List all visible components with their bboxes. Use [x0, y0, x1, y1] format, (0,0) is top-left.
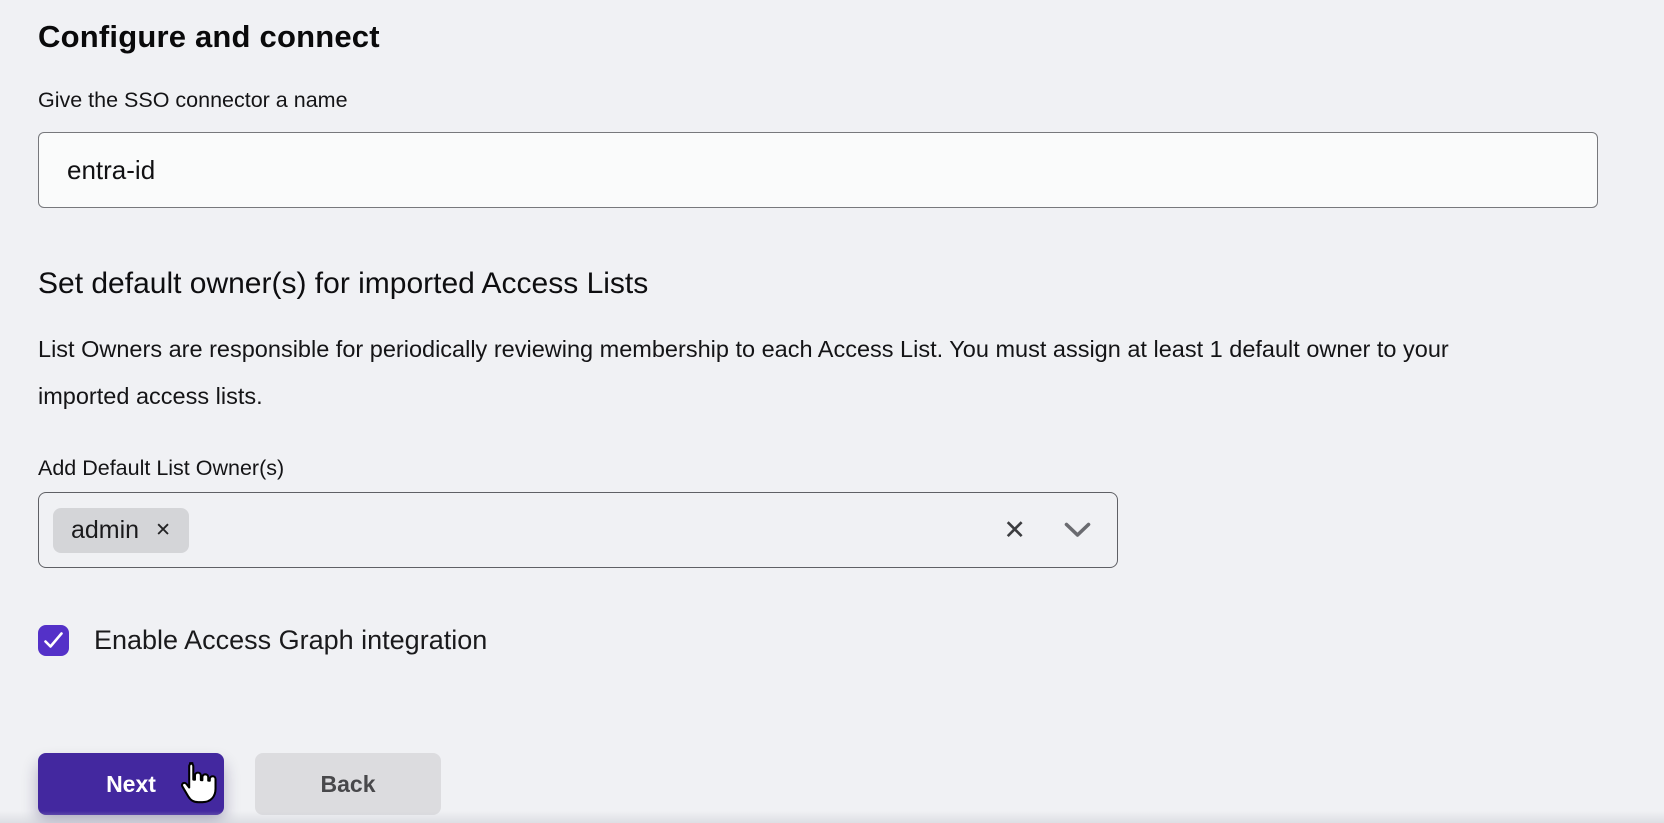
default-list-owners-label: Add Default List Owner(s)	[38, 456, 1598, 480]
chevron-down-icon[interactable]	[1064, 522, 1091, 538]
owners-section-heading: Set default owner(s) for imported Access…	[38, 264, 1598, 304]
checkmark-icon	[43, 631, 64, 650]
configure-and-connect-page: Configure and connect Give the SSO conne…	[0, 0, 1664, 823]
connector-name-input[interactable]	[38, 132, 1598, 208]
default-list-owners-select[interactable]: admin ✕ ✕	[38, 492, 1118, 568]
access-graph-checkbox[interactable]	[38, 625, 69, 656]
owners-section-description: List Owners are responsible for periodic…	[38, 326, 1508, 420]
access-graph-label: Enable Access Graph integration	[94, 625, 487, 656]
chip-remove-icon[interactable]: ✕	[155, 521, 171, 540]
page-title: Configure and connect	[38, 18, 1598, 56]
wizard-actions: Next Back	[38, 753, 1598, 815]
selected-owner-chip-label: admin	[71, 516, 139, 545]
selected-owner-chip[interactable]: admin ✕	[53, 508, 189, 553]
access-graph-row: Enable Access Graph integration	[38, 625, 1598, 656]
back-button[interactable]: Back	[255, 753, 441, 815]
select-clear-icon[interactable]: ✕	[1003, 517, 1026, 544]
next-button[interactable]: Next	[38, 753, 224, 815]
connector-name-label: Give the SSO connector a name	[38, 88, 1598, 112]
